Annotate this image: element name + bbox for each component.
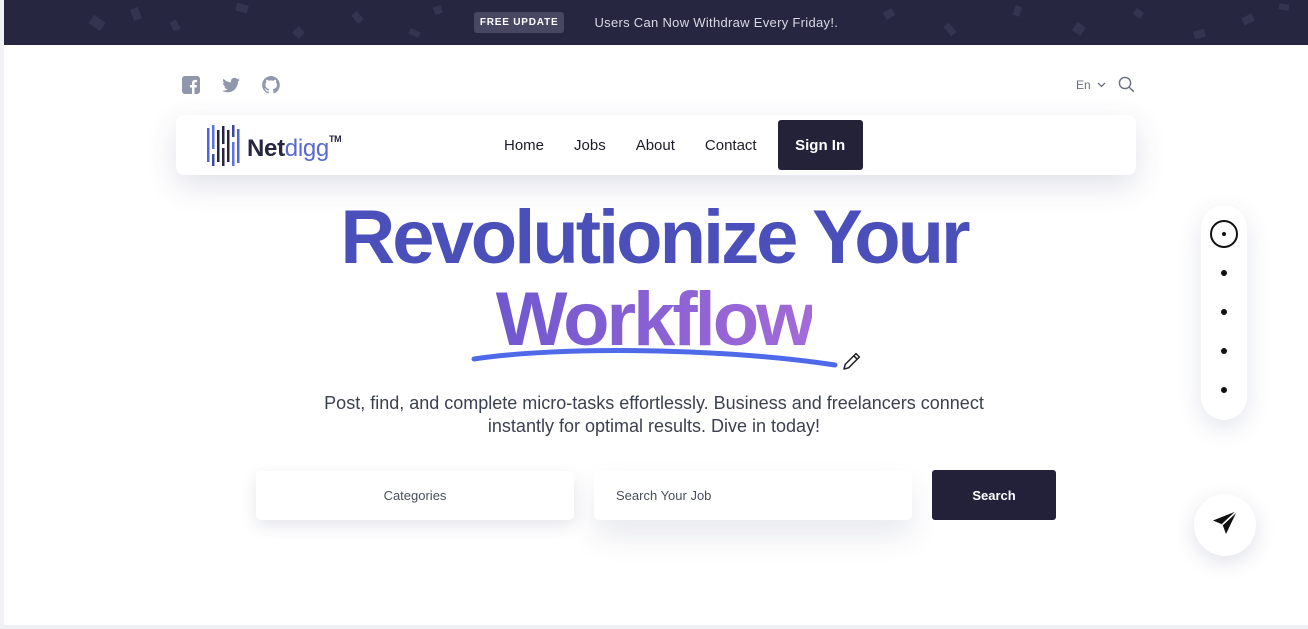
section-dot-nav bbox=[1201, 205, 1247, 420]
hero-subtitle-line1: Post, find, and complete micro-tasks eff… bbox=[324, 393, 984, 413]
search-icon[interactable] bbox=[1118, 76, 1135, 93]
window-edge-bottom bbox=[0, 625, 1308, 629]
trademark: TM bbox=[328, 134, 342, 144]
language-selector[interactable]: En bbox=[1076, 76, 1135, 93]
nav-jobs[interactable]: Jobs bbox=[574, 137, 606, 154]
brand-name-accent: digg bbox=[284, 135, 329, 162]
nav-about[interactable]: About bbox=[636, 137, 675, 154]
page: FREE UPDATE Users Can Now Withdraw Every… bbox=[0, 0, 1308, 629]
send-button[interactable] bbox=[1194, 494, 1256, 556]
github-icon[interactable] bbox=[261, 75, 281, 95]
dot-nav-active[interactable] bbox=[1210, 220, 1238, 248]
language-label: En bbox=[1076, 77, 1091, 92]
headline-underline-decoration bbox=[471, 348, 838, 368]
dot-nav-item[interactable] bbox=[1221, 270, 1227, 276]
paper-plane-icon bbox=[1211, 509, 1239, 542]
nav-menu: Home Jobs About Contact Sign In bbox=[504, 120, 863, 170]
nav-home[interactable]: Home bbox=[504, 137, 544, 154]
hero-subtitle: Post, find, and complete micro-tasks eff… bbox=[0, 392, 1308, 438]
nav-contact[interactable]: Contact bbox=[705, 137, 757, 154]
logo-mark-icon bbox=[206, 124, 242, 173]
headline-text: Revolutionize Your bbox=[340, 195, 970, 280]
chevron-down-icon bbox=[1097, 82, 1106, 88]
pencil-icon bbox=[841, 350, 863, 377]
categories-select[interactable]: Categories bbox=[256, 471, 574, 520]
announcement-bar: FREE UPDATE Users Can Now Withdraw Every… bbox=[4, 0, 1308, 45]
main-navbar: NetdiggTM Home Jobs About Contact Sign I… bbox=[176, 115, 1136, 175]
twitter-icon[interactable] bbox=[221, 75, 241, 95]
brand-logo[interactable]: NetdiggTM bbox=[206, 124, 342, 173]
search-button[interactable]: Search bbox=[932, 470, 1056, 520]
free-update-badge: FREE UPDATE bbox=[473, 12, 565, 33]
dot-nav-item[interactable] bbox=[1221, 387, 1227, 393]
sign-in-button[interactable]: Sign In bbox=[777, 120, 863, 170]
hero-subtitle-line2: instantly for optimal results. Dive in t… bbox=[487, 416, 821, 436]
facebook-icon[interactable] bbox=[181, 75, 201, 95]
dot-nav-item[interactable] bbox=[1221, 309, 1227, 315]
hero-headline-line1: Revolutionize Your bbox=[0, 200, 1308, 276]
dot-nav-item[interactable] bbox=[1221, 348, 1227, 354]
social-links bbox=[181, 75, 281, 95]
search-job-input[interactable] bbox=[594, 471, 912, 520]
brand-name-main: Net bbox=[247, 135, 285, 162]
brand-name: NetdiggTM bbox=[247, 134, 342, 163]
announcement-text: Users Can Now Withdraw Every Friday!. bbox=[594, 15, 839, 30]
